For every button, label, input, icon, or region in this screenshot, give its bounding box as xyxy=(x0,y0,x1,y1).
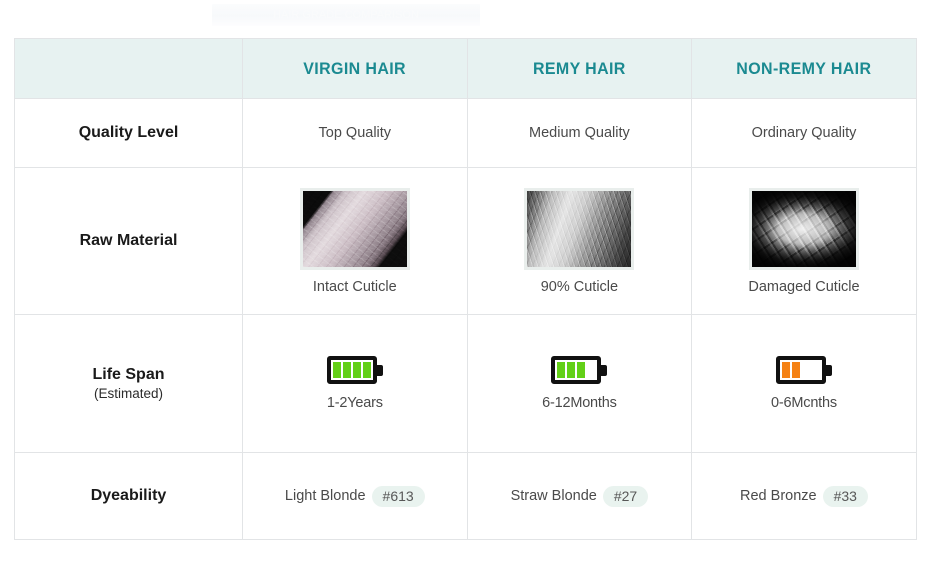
column-header-remy-hair[interactable]: REMY HAIR xyxy=(466,38,693,99)
dye-color-name: Red Bronze xyxy=(740,488,817,504)
row-label-raw-material: Raw Material xyxy=(79,232,178,250)
header-row: VIRGIN HAIR REMY HAIR NON-REMY HAIR xyxy=(14,38,917,99)
column-header-label: REMY HAIR xyxy=(533,58,626,78)
cell-life-span-remy: 6-12Months xyxy=(466,314,693,453)
hair-cuticle-damaged-micrograph xyxy=(748,187,859,270)
cell-life-span-non-remy: 0-6Mcnths xyxy=(691,314,917,453)
cell-dyeability-remy: Straw Blonde #27 xyxy=(466,452,693,540)
life-span-value: 6-12Months xyxy=(542,395,617,411)
cell-raw-material-virgin: Intact Cuticle xyxy=(242,167,468,315)
comparison-table-container: VIRGIN HAIR REMY HAIR NON-REMY HAIR Qual… xyxy=(14,38,917,540)
table-row-dyeability: Dyeability Light Blonde #613 Straw Blond… xyxy=(14,452,917,540)
life-span-value: 1-2Years xyxy=(326,395,383,411)
dye-color-code-badge: #613 xyxy=(371,485,425,507)
hair-comparison-table: VIRGIN HAIR REMY HAIR NON-REMY HAIR Qual… xyxy=(14,38,917,540)
table-header: VIRGIN HAIR REMY HAIR NON-REMY HAIR xyxy=(14,38,917,99)
cell-text: Top Quality xyxy=(318,125,392,141)
column-header-non-remy-hair[interactable]: NON-REMY HAIR xyxy=(691,38,917,99)
column-header-label: VIRGIN HAIR xyxy=(303,58,407,78)
cell-text: Ordinary Quality xyxy=(751,125,857,141)
hair-cuticle-90-micrograph xyxy=(524,187,635,270)
table-body: Quality Level Top Quality Medium Quality… xyxy=(14,98,917,540)
cell-text: Medium Quality xyxy=(529,125,630,141)
comparison-table-page: HAIR GRADE COMPARISON VIRGIN HAIR REMY H… xyxy=(0,0,930,576)
row-label-sub: (Estimated) xyxy=(93,385,164,401)
table-row-raw-material: Raw Material Intact Cuticle 90% Cuticle … xyxy=(14,167,917,315)
cell-life-span-virgin: 1-2Years xyxy=(242,314,468,453)
row-label-life-span: Life Span (Estimated) xyxy=(15,365,242,401)
micrograph-caption: Intact Cuticle xyxy=(312,278,397,295)
cell-quality-level-virgin: Top Quality xyxy=(242,98,468,168)
battery-medium-icon xyxy=(551,356,608,384)
column-header-virgin-hair[interactable]: VIRGIN HAIR xyxy=(242,38,468,99)
micrograph-caption: 90% Cuticle xyxy=(540,278,619,295)
top-banner-text: HAIR GRADE COMPARISON xyxy=(273,9,419,21)
row-label-cell-raw-material: Raw Material xyxy=(14,167,243,315)
micrograph-caption: Damaged Cuticle xyxy=(748,278,860,295)
row-label-cell-life-span: Life Span (Estimated) xyxy=(14,314,243,453)
row-label-quality-level: Quality Level xyxy=(78,124,179,142)
life-span-value: 0-6Mcnths xyxy=(771,395,837,411)
dye-color-code-badge: #27 xyxy=(602,485,649,507)
hair-cuticle-intact-micrograph xyxy=(299,187,410,270)
cell-raw-material-non-remy: Damaged Cuticle xyxy=(691,167,917,315)
row-label-cell-quality-level: Quality Level xyxy=(14,98,243,168)
row-label-dyeability: Dyeability xyxy=(90,487,167,505)
dye-color-code-badge: #33 xyxy=(822,485,868,507)
column-header-label: NON-REMY HAIR xyxy=(736,58,872,78)
dye-color-name: Light Blonde xyxy=(284,488,366,504)
row-label-main: Life Span xyxy=(92,366,165,384)
battery-low-icon xyxy=(775,356,832,384)
battery-full-icon xyxy=(326,356,383,384)
table-row-quality-level: Quality Level Top Quality Medium Quality… xyxy=(14,98,917,168)
header-corner-cell xyxy=(14,38,243,99)
cell-quality-level-remy: Medium Quality xyxy=(466,98,693,168)
cell-dyeability-virgin: Light Blonde #613 xyxy=(242,452,468,540)
top-banner-strip: HAIR GRADE COMPARISON xyxy=(212,4,480,26)
dye-color-name: Straw Blonde xyxy=(510,488,597,504)
table-row-life-span: Life Span (Estimated) 1-2Years 6-12Month… xyxy=(14,314,917,453)
row-label-cell-dyeability: Dyeability xyxy=(14,452,243,540)
cell-raw-material-remy: 90% Cuticle xyxy=(466,167,693,315)
cell-quality-level-non-remy: Ordinary Quality xyxy=(691,98,917,168)
cell-dyeability-non-remy: Red Bronze #33 xyxy=(691,452,917,540)
